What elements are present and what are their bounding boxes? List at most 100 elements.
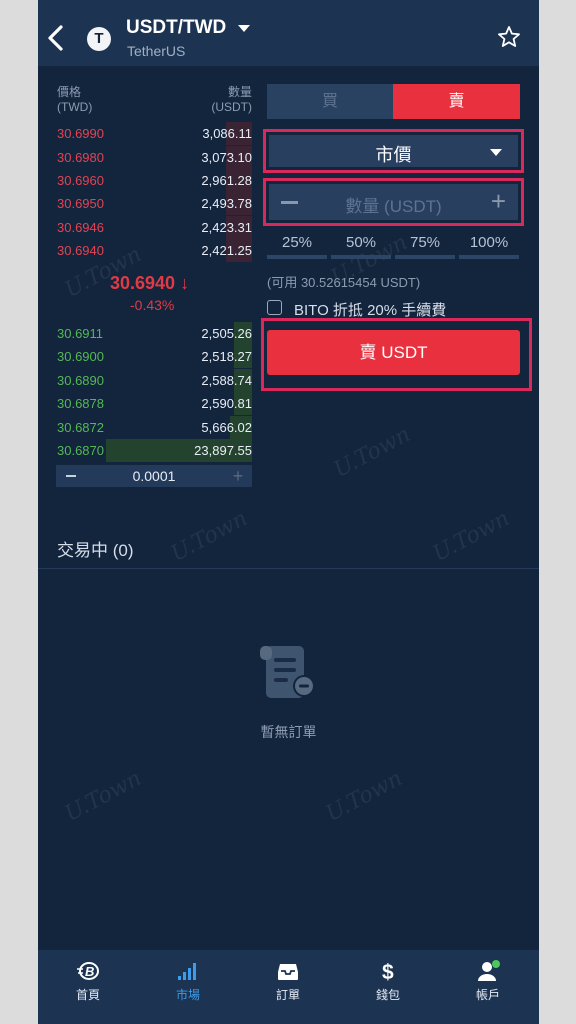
bid-row[interactable]: 30.6870 23,897.55 [38, 439, 252, 462]
ask-qty: 3,073.10 [201, 150, 252, 165]
watermark: U.Town [329, 422, 415, 483]
bid-row[interactable]: 30.6911 2,505.26 [38, 322, 252, 345]
favorite-star-icon[interactable] [497, 25, 521, 49]
precision-plus-button[interactable]: + [230, 465, 246, 487]
sell-usdt-button[interactable]: 賣 USDT [267, 330, 520, 375]
discount-checkbox[interactable] [267, 300, 282, 315]
percent-100-button[interactable]: 100% [459, 234, 519, 251]
qty-header-unit: (USDT) [211, 100, 252, 114]
precision-stepper: 0.0001 + [56, 465, 252, 487]
available-balance: (可用 30.52615454 USDT) [267, 275, 421, 290]
empty-orders-text: 暫無訂單 [260, 724, 317, 740]
bottom-nav: B 首頁 市場 訂單 $ 錢包 帳戶 [38, 950, 539, 1024]
nav-item-orders[interactable]: 訂單 [238, 950, 338, 1024]
open-orders-title: 交易中 (0) [57, 541, 134, 560]
tab-sell[interactable]: 賣 [393, 84, 520, 119]
bid-qty: 23,897.55 [194, 443, 252, 458]
percent-bar [331, 255, 391, 259]
ask-qty: 2,421.25 [201, 243, 252, 258]
qty-header: 數量 (USDT) [202, 85, 252, 115]
ask-price: 30.6946 [57, 220, 104, 235]
ask-qty: 2,961.28 [201, 173, 252, 188]
empty-orders-icon [260, 646, 315, 698]
bid-price: 30.6870 [57, 443, 104, 458]
ask-row[interactable]: 30.6950 2,493.78 [38, 192, 252, 215]
last-price: 30.6940 ↓ [110, 273, 190, 293]
nav-label-wallet: 錢包 [375, 988, 400, 1002]
bid-row[interactable]: 30.6890 2,588.74 [38, 369, 252, 392]
order-type-select[interactable]: 市價 [269, 135, 518, 167]
tether-logo-icon: T [87, 27, 111, 51]
ask-qty: 2,423.31 [201, 220, 252, 235]
nav-item-market[interactable]: 市場 [138, 950, 238, 1024]
ask-row[interactable]: 30.6940 2,421.25 [38, 239, 252, 262]
ask-price: 30.6940 [57, 243, 104, 258]
svg-text:$: $ [382, 961, 394, 982]
ask-row[interactable]: 30.6946 2,423.31 [38, 216, 252, 239]
svg-text:B: B [85, 964, 94, 979]
discount-label: BITO 折抵 20% 手續費 [294, 302, 447, 319]
bid-qty: 2,518.27 [201, 349, 252, 364]
app-screen: U.Town U.Town U.Town U.Town U.Town U.Tow… [38, 0, 539, 1024]
bid-price: 30.6878 [57, 396, 104, 411]
ask-row[interactable]: 30.6990 3,086.11 [38, 122, 252, 145]
bid-row[interactable]: 30.6900 2,518.27 [38, 345, 252, 368]
ask-price: 30.6980 [57, 150, 104, 165]
ask-row[interactable]: 30.6960 2,961.28 [38, 169, 252, 192]
nav-label-home: 首頁 [75, 988, 100, 1002]
percent-75-button[interactable]: 75% [395, 234, 455, 251]
percent-bar [267, 255, 327, 259]
ask-row[interactable]: 30.6980 3,073.10 [38, 146, 252, 169]
ask-qty: 3,086.11 [202, 126, 252, 141]
percent-25-button[interactable]: 25% [267, 234, 327, 251]
nav-label-orders: 訂單 [275, 988, 300, 1002]
quantity-input[interactable]: 數量 (USDT) + [269, 184, 518, 220]
watermark: U.Town [60, 766, 146, 827]
nav-item-home[interactable]: B 首頁 [38, 950, 138, 1024]
bid-price: 30.6890 [57, 373, 104, 388]
order-type-label: 市價 [375, 145, 412, 165]
ask-qty: 2,493.78 [201, 196, 252, 211]
last-change: -0.43% [130, 297, 175, 313]
market-bars-icon [178, 963, 196, 980]
orders-inbox-icon [278, 964, 298, 980]
bid-price: 30.6872 [57, 420, 104, 435]
watermark: U.Town [428, 506, 514, 567]
percent-bar [459, 255, 519, 259]
nav-label-account: 帳戶 [475, 988, 500, 1002]
percent-50-button[interactable]: 50% [331, 234, 391, 251]
watermark: U.Town [166, 506, 252, 567]
pair-dropdown-icon[interactable] [238, 25, 250, 32]
percent-bar [395, 255, 455, 259]
nav-label-market: 市場 [175, 988, 200, 1002]
nav-item-wallet[interactable]: $ 錢包 [338, 950, 438, 1024]
bid-price: 30.6911 [57, 326, 104, 341]
pair-title[interactable]: USDT/TWD [126, 17, 226, 39]
nav-item-account[interactable]: 帳戶 [438, 950, 538, 1024]
dollar-wallet-icon: $ [382, 961, 394, 982]
back-arrow-icon[interactable] [44, 22, 66, 54]
ask-price: 30.6950 [57, 196, 104, 211]
tab-buy[interactable]: 買 [267, 84, 393, 119]
account-person-icon [478, 960, 500, 981]
price-header-label: 價格 [57, 85, 82, 99]
watermark: U.Town [321, 766, 407, 827]
ask-price: 30.6990 [57, 126, 104, 141]
precision-value: 0.0001 [132, 468, 176, 484]
price-header: 價格 (TWD) [57, 85, 92, 115]
home-logo-icon: B [77, 962, 99, 980]
bid-row[interactable]: 30.6872 5,666.02 [38, 416, 252, 439]
bid-price: 30.6900 [57, 349, 104, 364]
quantity-placeholder: 數量 (USDT) [345, 197, 442, 216]
bid-qty: 2,590.81 [201, 396, 252, 411]
quantity-plus-button[interactable]: + [491, 188, 506, 214]
bid-qty: 2,588.74 [201, 373, 252, 388]
bid-qty: 2,505.26 [201, 326, 252, 341]
top-bar: T USDT/TWD TetherUS [38, 0, 539, 66]
bid-qty: 5,666.02 [201, 420, 252, 435]
price-header-unit: (TWD) [57, 100, 93, 114]
bid-row[interactable]: 30.6878 2,590.81 [38, 392, 252, 415]
divider [38, 568, 539, 569]
ask-price: 30.6960 [57, 173, 104, 188]
pair-subtitle: TetherUS [127, 43, 186, 59]
